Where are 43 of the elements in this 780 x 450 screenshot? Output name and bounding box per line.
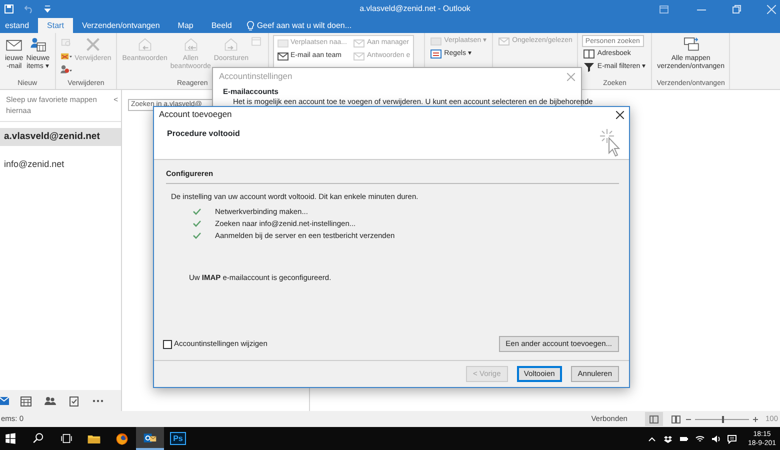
person-icon[interactable]	[60, 64, 73, 75]
mail-app-icon	[143, 430, 157, 444]
envelope-icon	[276, 50, 289, 62]
cloud-sync-icon[interactable]	[663, 434, 673, 444]
window-title: a.vlasveld@zenid.net - Outlook	[358, 3, 472, 15]
close-icon[interactable]	[616, 110, 624, 118]
send-receive-icon	[682, 36, 700, 53]
ribbon-tab[interactable]: Verzenden/ontvangen	[72, 18, 169, 33]
speaker-icon[interactable]	[711, 434, 721, 444]
task-view-icon[interactable]	[60, 432, 72, 445]
tasks-icon[interactable]	[68, 394, 80, 406]
normal-view-icon[interactable]	[645, 412, 664, 426]
zoom-in-icon[interactable]	[752, 416, 760, 422]
rules-icon	[430, 48, 442, 60]
mail-icon[interactable]	[0, 394, 10, 406]
people-icon[interactable]	[44, 394, 56, 406]
browser-icon	[115, 432, 129, 446]
ribbon-tab[interactable]: Map	[168, 18, 202, 33]
save-icon[interactable]	[4, 4, 14, 14]
taskbar-app-button[interactable]	[136, 427, 164, 450]
lightbulb-icon	[246, 20, 254, 30]
ribbon-tab[interactable]: Beeld	[202, 18, 241, 33]
envelope-icon	[498, 35, 510, 47]
envelope-icon	[352, 37, 365, 49]
zoom-slider[interactable]	[722, 416, 724, 422]
folder-item[interactable]: info@zenid.net	[0, 146, 121, 174]
windows-icon[interactable]	[4, 432, 16, 445]
filter-icon	[583, 61, 596, 73]
account-item[interactable]: a.vlasveld@zenid.net	[0, 128, 121, 146]
ribbon-tab[interactable]: estand	[0, 18, 38, 33]
dialog-title: Account toevoegen	[159, 108, 232, 121]
customize-icon[interactable]	[44, 5, 51, 13]
tell-me-box[interactable]: Geef aan wat u wilt doen...	[256, 20, 352, 31]
ribbon-tab[interactable]: Start	[38, 18, 73, 33]
dialog-title: Accountinstellingen	[219, 70, 292, 83]
wifi-icon[interactable]	[695, 434, 705, 444]
envelope-icon	[352, 50, 365, 62]
notification-icon[interactable]	[727, 434, 737, 444]
book-icon	[583, 48, 596, 60]
search-icon[interactable]	[32, 432, 44, 445]
dialog-heading: Procedure voltooid	[167, 128, 240, 138]
photo-app-button[interactable]: Ps	[164, 427, 192, 450]
restore-icon[interactable]	[732, 4, 741, 14]
